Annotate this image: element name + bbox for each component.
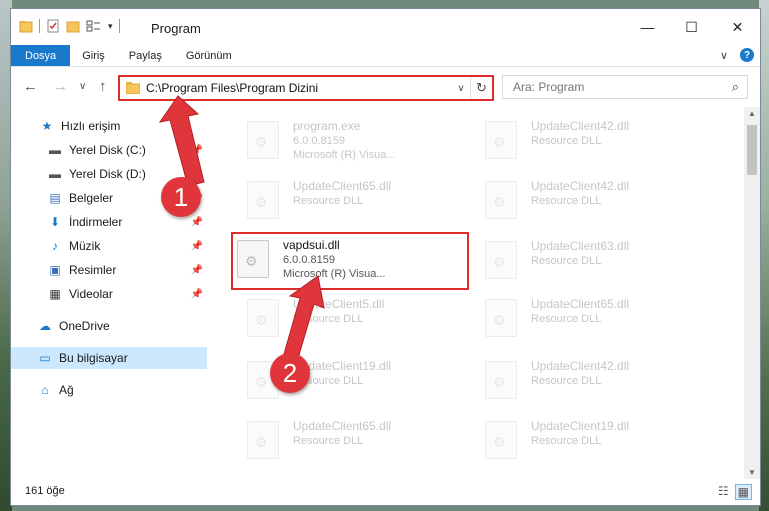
arrow-1: [158, 95, 205, 187]
step-2-badge: 2: [270, 353, 310, 393]
annotation-overlay: [158, 95, 325, 373]
step-1-badge: 1: [161, 177, 201, 217]
